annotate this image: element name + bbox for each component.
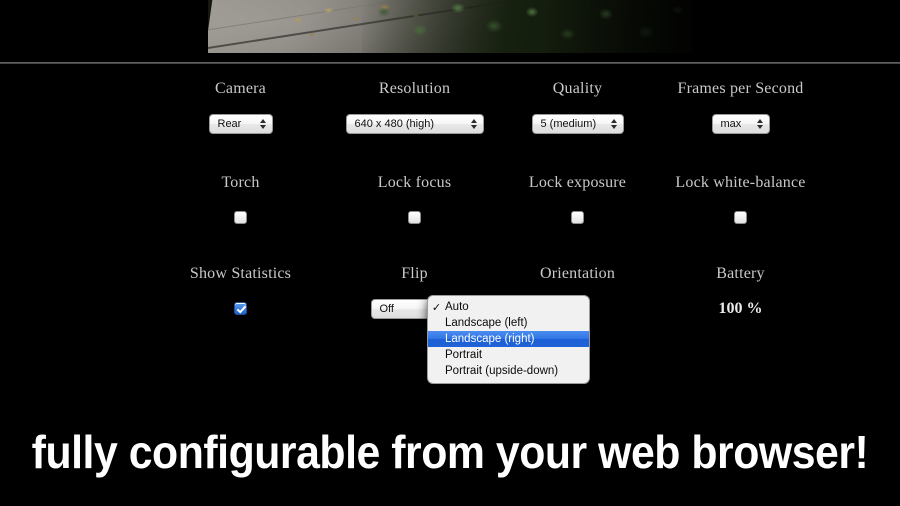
- label-torch: Torch: [221, 174, 260, 191]
- control-lock-exposure: Lock exposure: [496, 174, 659, 226]
- control-torch: Torch: [148, 174, 333, 226]
- menu-item-label: Landscape (left): [445, 317, 528, 329]
- preview-shadow: [542, 0, 692, 53]
- checkbox-torch[interactable]: [234, 210, 247, 224]
- control-show-statistics: Show Statistics: [148, 265, 333, 317]
- control-resolution: Resolution 640 x 480 (high): [333, 80, 496, 134]
- checkbox-show-statistics[interactable]: [234, 301, 247, 315]
- select-flip-value: Off: [379, 303, 394, 315]
- battery-value: 100 %: [718, 300, 763, 317]
- settings-row-locks: Torch Lock focus Lock exposure Lock whit…: [0, 174, 900, 226]
- menu-item-label: Landscape (right): [445, 333, 535, 345]
- control-quality: Quality 5 (medium): [496, 80, 659, 134]
- label-resolution: Resolution: [378, 80, 451, 97]
- select-camera-value: Rear: [217, 118, 242, 130]
- control-lock-focus: Lock focus: [333, 174, 496, 226]
- label-orientation: Orientation: [539, 265, 616, 282]
- label-flip: Flip: [401, 265, 428, 282]
- menu-item-portrait[interactable]: Portrait: [428, 347, 589, 363]
- checkbox-lock-focus[interactable]: [408, 210, 421, 224]
- label-frames-per-second: Frames per Second: [677, 80, 804, 97]
- select-camera[interactable]: Rear: [208, 114, 273, 134]
- control-orientation: Orientation: [496, 265, 659, 299]
- stepper-arrows-icon: [470, 119, 479, 129]
- menu-item-label: Auto: [445, 301, 469, 313]
- stepper-arrows-icon: [756, 119, 765, 129]
- select-resolution-value: 640 x 480 (high): [354, 118, 435, 130]
- menu-item-portrait-upside-down[interactable]: Portrait (upside-down): [428, 363, 589, 379]
- menu-item-label: Portrait: [445, 349, 483, 361]
- section-divider: [0, 62, 900, 64]
- menu-item-label: Portrait (upside-down): [445, 365, 559, 377]
- label-lock-white-balance: Lock white-balance: [675, 174, 806, 191]
- orientation-dropdown-menu[interactable]: ✓ Auto Landscape (left) Landscape (right…: [427, 295, 590, 384]
- label-lock-focus: Lock focus: [377, 174, 452, 191]
- checkbox-lock-white-balance[interactable]: [734, 210, 747, 224]
- menu-item-landscape-left[interactable]: Landscape (left): [428, 315, 589, 331]
- control-camera: Camera Rear: [148, 80, 333, 134]
- label-battery: Battery: [716, 265, 765, 282]
- checkbox-lock-exposure[interactable]: [571, 210, 584, 224]
- settings-row-capture: Camera Rear Resolution 640 x 480 (high) …: [0, 80, 900, 134]
- camera-preview-area: [0, 0, 900, 53]
- menu-item-landscape-right[interactable]: Landscape (right): [428, 331, 589, 347]
- select-resolution[interactable]: 640 x 480 (high): [345, 114, 484, 134]
- select-quality-value: 5 (medium): [540, 118, 597, 130]
- select-frames-per-second[interactable]: max: [711, 114, 770, 134]
- label-quality: Quality: [552, 80, 603, 97]
- control-fps: Frames per Second max: [659, 80, 822, 134]
- stepper-arrows-icon: [610, 119, 619, 129]
- stepper-arrows-icon: [259, 119, 268, 129]
- label-show-statistics: Show Statistics: [189, 265, 292, 282]
- control-lock-white-balance: Lock white-balance: [659, 174, 822, 226]
- label-lock-exposure: Lock exposure: [528, 174, 627, 191]
- checkmark-icon: ✓: [431, 301, 442, 314]
- menu-item-auto[interactable]: ✓ Auto: [428, 299, 589, 315]
- select-fps-value: max: [720, 118, 742, 130]
- control-battery: Battery 100 %: [659, 265, 822, 319]
- camera-preview-image: [208, 0, 692, 53]
- label-camera: Camera: [215, 80, 266, 97]
- marketing-caption: fully configurable from your web browser…: [31, 426, 869, 478]
- select-quality[interactable]: 5 (medium): [531, 114, 624, 134]
